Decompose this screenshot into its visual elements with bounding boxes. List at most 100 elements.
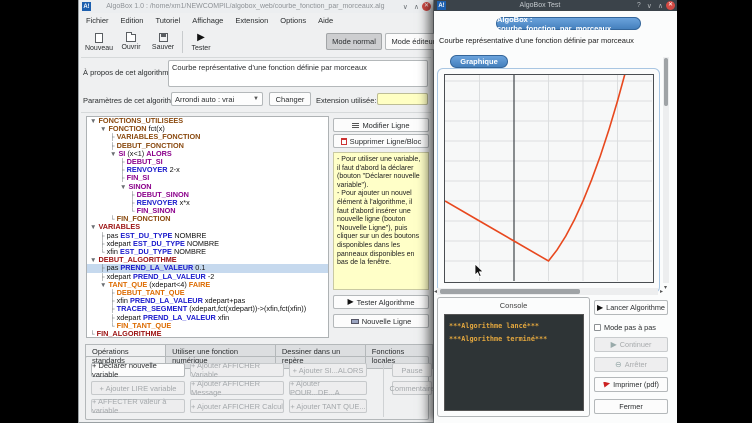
header-pill: AlgoBox : courbe_fonction_par_morceaux [496,17,641,30]
open-label: Ouvrir [121,44,140,51]
tree-branch-icon: ├ [110,290,115,297]
run-algorithm-button[interactable]: ▶ Lancer Algorithme [594,300,668,315]
left-window-title: AlgoBox 1.0 : /home/xm1/NEWCOMPIL/algobo… [91,3,400,10]
help-icon[interactable]: ? [637,2,641,9]
maximize-icon[interactable]: ∧ [658,2,663,10]
panel-button-pause[interactable]: Pause [392,363,432,377]
menu-item-aide[interactable]: Aide [313,13,338,27]
close-button[interactable]: Fermer [594,399,668,414]
about-textarea[interactable]: Courbe représentative d'une fonction déf… [168,60,428,87]
graph-pill: Graphique [450,55,508,68]
operations-panel: + Déclarer nouvelle variable + Ajouter LI… [85,356,429,420]
graph-svg [445,75,652,281]
tree-row[interactable]: ▼SI (x<1) ALORS [87,150,328,158]
tree-branch-icon: ├ [110,134,115,141]
separator [81,112,431,113]
mode-normal-button[interactable]: Mode normal [326,33,382,50]
test-algorithm-button[interactable]: ▶ Tester Algorithme [333,295,429,309]
panel-divider [383,361,384,417]
graph-plot[interactable] [444,74,654,283]
close-icon[interactable]: ✕ [666,1,675,10]
tree-expand-icon: ▼ [100,126,106,133]
tree-row[interactable]: └FIN_ALGORITHME [87,330,328,338]
tree-row[interactable]: ├DEBUT_SINON [87,191,328,199]
panel-button-commentaire[interactable]: Commentaire [392,381,432,395]
tree-branch-icon: ├ [120,175,125,182]
continue-button[interactable]: ▶ Continuer [594,337,668,352]
minimize-icon[interactable]: ∨ [403,3,408,11]
menu-item-edition[interactable]: Edition [116,13,149,27]
tree-branch-icon: ├ [130,200,135,207]
tree-branch-icon: ├ [100,233,105,240]
tree-row[interactable]: ├FIN_SI [87,174,328,182]
menubar: FichierEditionTutorielAffichageExtension… [81,13,338,27]
algorithm-tree[interactable]: ▼FONCTIONS_UTILISEES▼FONCTION fct(x)├VAR… [86,116,329,338]
left-titlebar: A! AlgoBox 1.0 : /home/xm1/NEWCOMPIL/alg… [79,0,433,13]
step-mode-row[interactable]: Mode pas à pas [594,323,656,332]
tree-row[interactable]: ▼SINON [87,183,328,191]
scroll-right-icon[interactable]: ▸ [660,288,663,295]
tree-branch-icon: ├ [120,167,125,174]
extension-input[interactable] [377,93,428,105]
panel-button-affecter-valeur-à-variable[interactable]: + AFFECTER valeur à variable [91,399,185,413]
mouse-cursor [474,264,484,278]
about-label: À propos de cet algorithme: [83,68,175,77]
vscroll-thumb[interactable] [664,58,668,106]
panel-button-déclarer-nouvelle-variable[interactable]: + Déclarer nouvelle variable [91,363,185,377]
panel-button-ajouter-afficher-message[interactable]: + Ajouter AFFICHER Message [190,381,284,395]
separator [81,57,431,58]
tree-branch-icon: └ [90,331,95,338]
delete-line-button[interactable]: Supprimer Ligne/Bloc [333,134,429,148]
menu-item-extension[interactable]: Extension [230,13,273,27]
panel-button-ajouter-afficher-calcul[interactable]: + Ajouter AFFICHER Calcul [190,399,284,413]
console-output: ***Algorithme lancé******Algorithme term… [444,314,584,411]
panel-button-ajouter-pour-de-a[interactable]: + Ajouter POUR...DE...A [289,381,367,395]
scroll-left-icon[interactable]: ◂ [434,288,437,295]
hscroll-thumb[interactable] [440,289,580,294]
new-line-button[interactable]: Nouvelle Ligne [333,314,429,328]
tree-token: 2-x [170,165,180,174]
modify-line-button[interactable]: Modifier Ligne [333,118,429,132]
save-label: Sauver [152,44,174,51]
tree-branch-icon: ├ [130,192,135,199]
print-pdf-button[interactable]: Imprimer (pdf) [594,377,668,392]
curve-fct [445,75,630,261]
menu-item-fichier[interactable]: Fichier [81,13,114,27]
help-text: - Pour utiliser une variable, il faut d'… [333,152,429,290]
algobox-editor-window: A! AlgoBox 1.0 : /home/xm1/NEWCOMPIL/alg… [78,0,434,423]
scroll-down-icon[interactable]: ▾ [664,284,667,291]
description: Courbe représentative d'une fonction déf… [439,36,634,45]
panel-button-ajouter-lire-variable[interactable]: + Ajouter LIRE variable [91,381,185,395]
tree-expand-icon: ▼ [90,224,96,231]
new-button[interactable]: Nouveau [84,29,114,55]
stop-button[interactable]: ⊖ Arrêter [594,357,668,372]
step-mode-checkbox[interactable] [594,324,601,331]
print-label: Imprimer (pdf) [613,380,659,389]
panel-button-ajouter-tant-que[interactable]: + Ajouter TANT QUE... [289,399,367,413]
tree-row[interactable]: ├RENVOYER x*x [87,199,328,207]
params-select[interactable]: Arrondi auto : vrai ▼ [171,92,263,106]
change-button[interactable]: Changer [269,92,311,106]
open-folder-icon [126,34,136,42]
horizontal-scrollbar[interactable] [437,288,658,295]
algobox-app-icon: A! [437,1,446,10]
maximize-icon[interactable]: ∧ [414,3,419,11]
close-icon[interactable]: ✕ [422,2,431,11]
open-button[interactable]: Ouvrir [116,29,146,55]
test-button[interactable]: ▶ Tester [186,29,216,55]
right-titlebar: A! AlgoBox Test ? ∨ ∧ ✕ [434,0,677,11]
console-group: Console ***Algorithme lancé******Algorit… [437,297,590,417]
menu-item-affichage[interactable]: Affichage [187,13,228,27]
tree-expand-icon: ▼ [90,118,96,125]
minimize-icon[interactable]: ∨ [647,2,652,10]
play-icon: ▶ [197,33,205,43]
menu-item-tutoriel[interactable]: Tutoriel [150,13,185,27]
tree-branch-icon: ├ [110,306,115,313]
panel-button-ajouter-si-alors[interactable]: + Ajouter SI...ALORS [289,363,367,377]
tree-row[interactable]: ├RENVOYER 2-x [87,166,328,174]
vertical-scrollbar[interactable] [663,57,669,283]
tree-row[interactable]: ├DEBUT_SI [87,158,328,166]
panel-button-ajouter-afficher-variable[interactable]: + Ajouter AFFICHER Variable [190,363,284,377]
save-button[interactable]: Sauver [148,29,178,55]
menu-item-options[interactable]: Options [275,13,311,27]
